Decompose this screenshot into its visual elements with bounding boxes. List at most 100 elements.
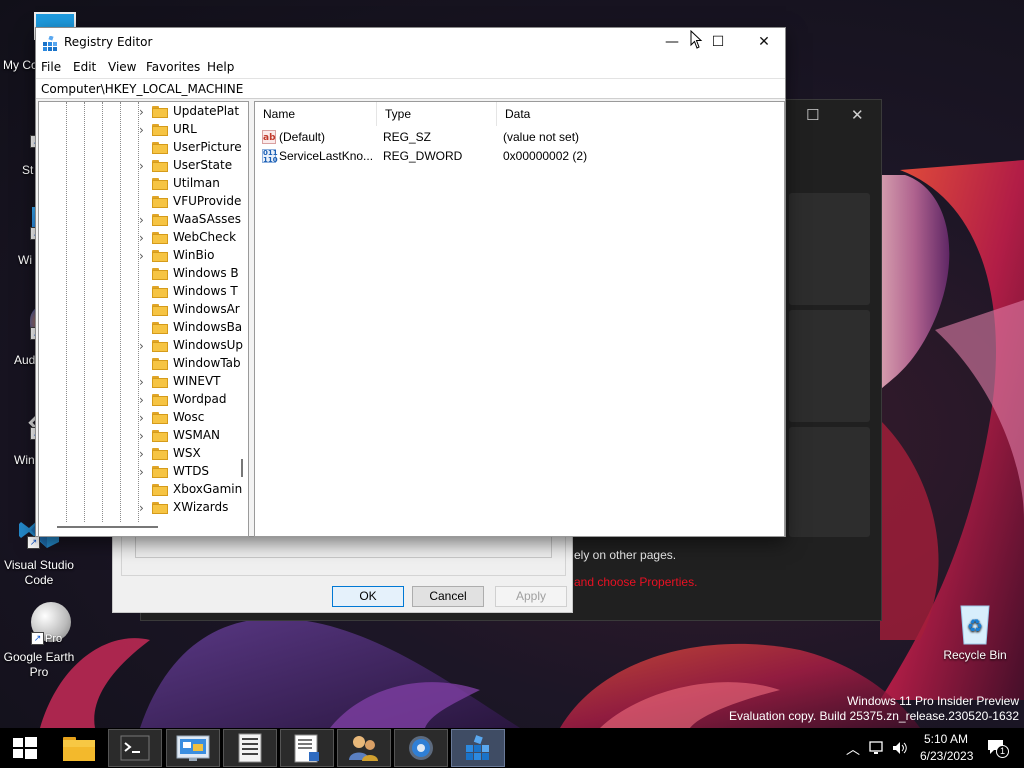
tree-item-label: URL	[173, 122, 197, 136]
expand-chevron-icon[interactable]: ›	[139, 501, 149, 515]
address-bar[interactable]: Computer\HKEY_LOCAL_MACHINE	[36, 78, 785, 99]
volume-icon[interactable]	[891, 739, 909, 757]
expand-chevron-icon[interactable]: ›	[139, 159, 149, 173]
folder-icon	[152, 268, 168, 280]
tree-horizontal-scrollbar[interactable]	[57, 526, 158, 528]
tree-item[interactable]: VFUProvide	[139, 193, 248, 211]
tree-item-label: WebCheck	[173, 230, 237, 244]
expand-chevron-icon[interactable]: ›	[139, 447, 149, 461]
taskbar-file-explorer[interactable]	[52, 729, 106, 767]
registry-values-pane[interactable]: Name Type Data ab (Default) REG_SZ (valu…	[254, 101, 785, 537]
taskbar-document[interactable]	[280, 729, 334, 767]
menu-view[interactable]: View	[108, 60, 136, 74]
apply-button: Apply	[495, 586, 567, 607]
network-icon[interactable]	[868, 739, 886, 757]
tree-item[interactable]: › XWizards	[139, 499, 248, 517]
taskbar-terminal[interactable]	[108, 729, 162, 767]
expand-chevron-icon[interactable]: ›	[139, 105, 149, 119]
menu-edit[interactable]: Edit	[73, 60, 96, 74]
tree-item-label: UserState	[173, 158, 233, 172]
start-icon	[13, 737, 37, 759]
tree-item-label: UpdatePlat	[173, 104, 240, 118]
cancel-button[interactable]: Cancel	[412, 586, 484, 607]
tree-item[interactable]: Windows T	[139, 283, 248, 301]
folder-icon	[152, 502, 168, 514]
shortcut-arrow-icon: ↗	[27, 536, 40, 549]
taskbar-registry-editor[interactable]	[451, 729, 505, 767]
tree-item[interactable]: › WINEVT	[139, 373, 248, 391]
windows-version-watermark: Windows 11 Pro Insider Preview	[847, 694, 1019, 708]
taskbar-users[interactable]	[337, 729, 391, 767]
notification-center-button[interactable]: 1	[987, 739, 1009, 758]
folder-icon	[152, 358, 168, 370]
expand-chevron-icon[interactable]: ›	[139, 429, 149, 443]
maximize-icon[interactable]: ☐	[806, 106, 819, 124]
tree-item[interactable]: › WebCheck	[139, 229, 248, 247]
column-header-name[interactable]: Name	[255, 102, 377, 126]
taskbar-remote-desktop[interactable]	[166, 729, 220, 767]
registry-tree-pane[interactable]: › UpdatePlat › URL UserPicture › UserState Util…	[38, 101, 249, 537]
tree-item[interactable]: › WTDS	[139, 463, 248, 481]
expand-chevron-icon[interactable]: ›	[139, 231, 149, 245]
expand-chevron-icon[interactable]: ›	[139, 339, 149, 353]
folder-icon	[152, 232, 168, 244]
clock[interactable]: 5:10 AM 6/23/2023	[920, 731, 973, 765]
menu-help[interactable]: Help	[207, 60, 234, 74]
folder-icon	[152, 142, 168, 154]
folder-icon	[152, 466, 168, 478]
tree-item[interactable]: › WindowsUp	[139, 337, 248, 355]
tree-item[interactable]: › WSX	[139, 445, 248, 463]
tree-item[interactable]: UserPicture	[139, 139, 248, 157]
tree-item[interactable]: WindowsBa	[139, 319, 248, 337]
expand-chevron-icon[interactable]: ›	[139, 411, 149, 425]
tree-item[interactable]: › WSMAN	[139, 427, 248, 445]
tree-item[interactable]: › UpdatePlat	[139, 103, 248, 121]
folder-icon	[152, 304, 168, 316]
value-data: 0x00000002 (2)	[503, 149, 588, 163]
registry-value-row[interactable]: ab (Default) REG_SZ (value not set)	[255, 128, 784, 147]
expand-chevron-icon[interactable]: ›	[139, 465, 149, 479]
expand-chevron-icon[interactable]: ›	[139, 213, 149, 227]
expand-chevron-icon[interactable]: ›	[139, 393, 149, 407]
registry-editor-window[interactable]: Registry Editor — ☐ ✕ File Edit View Fav…	[35, 27, 786, 537]
tree-item[interactable]: › URL	[139, 121, 248, 139]
expand-chevron-icon[interactable]: ›	[139, 123, 149, 137]
tree-item[interactable]: Windows B	[139, 265, 248, 283]
column-header-type[interactable]: Type	[377, 102, 497, 126]
tree-item-label: WINEVT	[173, 374, 221, 388]
taskbar-ui-settings[interactable]	[223, 729, 277, 767]
tree-item[interactable]: › Wordpad	[139, 391, 248, 409]
menu-file[interactable]: File	[41, 60, 61, 74]
close-icon[interactable]: ✕	[851, 106, 864, 124]
close-button[interactable]: ✕	[741, 28, 787, 58]
tree-item-label: WindowsBa	[173, 320, 243, 334]
taskbar-settings[interactable]	[394, 729, 448, 767]
value-data: (value not set)	[503, 130, 580, 144]
tree-item[interactable]: WindowsAr	[139, 301, 248, 319]
minimize-button[interactable]: —	[649, 28, 695, 58]
desktop-icon-google-earth-pro[interactable]: ↗ Pro Google Earth Pro	[1, 602, 77, 680]
remote-desktop-icon	[176, 735, 210, 761]
menu-favorites[interactable]: Favorites	[146, 60, 200, 74]
show-hidden-icons-chevron[interactable]: ︿	[846, 739, 860, 759]
expand-chevron-icon[interactable]: ›	[139, 375, 149, 389]
tree-item[interactable]: WindowTab	[139, 355, 248, 373]
start-button[interactable]	[0, 729, 54, 767]
ok-button[interactable]: OK	[332, 586, 404, 607]
background-properties-dialog[interactable]: OK Cancel Apply	[112, 530, 573, 613]
tree-item[interactable]: XboxGamin	[139, 481, 248, 499]
tree-item[interactable]: › WinBio	[139, 247, 248, 265]
column-header-data[interactable]: Data	[497, 102, 784, 126]
expand-chevron-icon[interactable]: ›	[139, 249, 149, 263]
value-type: REG_SZ	[383, 130, 432, 144]
address-path[interactable]: Computer\HKEY_LOCAL_MACHINE	[41, 82, 243, 96]
tree-item[interactable]: › WaaSAsses	[139, 211, 248, 229]
google-earth-icon: ↗ Pro	[17, 602, 71, 646]
desktop-icon-recycle-bin[interactable]: ♻ Recycle Bin	[937, 600, 1013, 663]
dword-value-icon: 011 110	[262, 149, 278, 164]
registry-value-row[interactable]: 011 110 ServiceLastKno... REG_DWORD 0x000…	[255, 147, 784, 166]
tree-item[interactable]: › UserState	[139, 157, 248, 175]
tree-item[interactable]: Utilman	[139, 175, 248, 193]
title-bar[interactable]: Registry Editor — ☐ ✕	[36, 28, 785, 58]
tree-item[interactable]: › Wosc	[139, 409, 248, 427]
